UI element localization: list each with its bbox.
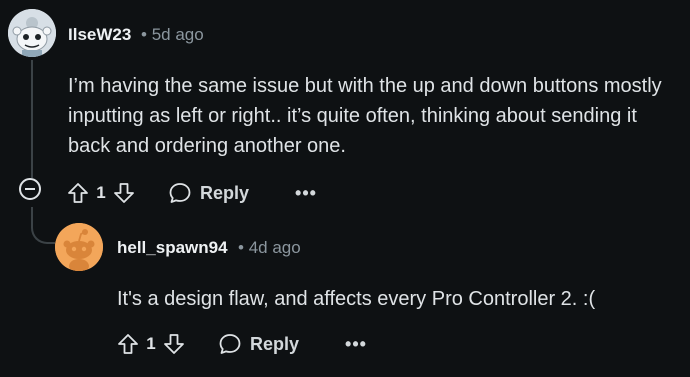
snoo-avatar-icon [55, 223, 103, 271]
comment-timestamp[interactable]: 4d ago [249, 238, 301, 257]
downvote-button[interactable] [160, 330, 188, 358]
speech-bubble-icon [219, 334, 241, 354]
thread-branch-line [31, 212, 55, 244]
upvote-button[interactable] [114, 330, 142, 358]
reply-label: Reply [250, 333, 300, 354]
reply-button[interactable]: Reply [218, 332, 299, 356]
more-options-button[interactable]: ••• [295, 184, 317, 202]
arrow-up-outline-icon [68, 183, 88, 203]
snoo-avatar-icon [8, 9, 56, 57]
vote-count: 1 [96, 183, 106, 202]
reply-label: Reply [200, 182, 250, 203]
vote-count: 1 [146, 334, 156, 353]
comment-actions: 1 Reply ••• [114, 328, 367, 360]
comment-meta: • 4d ago [238, 238, 301, 258]
comment-author[interactable]: hell_spawn94 [117, 238, 228, 258]
comment-thread: IlseW23 • 5d ago I’m having the same iss… [0, 0, 690, 377]
avatar[interactable] [55, 223, 103, 271]
minus-circle-icon [25, 188, 35, 190]
arrow-up-outline-icon [118, 334, 138, 354]
more-options-button[interactable]: ••• [345, 335, 367, 353]
avatar[interactable] [8, 9, 56, 57]
reply-button[interactable]: Reply [168, 181, 249, 205]
downvote-button[interactable] [110, 179, 138, 207]
arrow-down-outline-icon [114, 183, 134, 203]
meta-separator: • [238, 238, 244, 257]
comment-actions: 1 Reply ••• [64, 177, 317, 209]
meta-separator: • [141, 25, 147, 44]
thread-line [31, 60, 33, 178]
collapse-thread-button[interactable] [19, 178, 41, 200]
comment-author[interactable]: IlseW23 [68, 25, 131, 45]
arrow-down-outline-icon [164, 334, 184, 354]
comment-body: I’m having the same issue but with the u… [68, 75, 662, 157]
comment-body: It's a design flaw, and affects every Pr… [117, 288, 596, 310]
speech-bubble-icon [169, 183, 191, 203]
comment-meta: • 5d ago [141, 25, 204, 45]
upvote-button[interactable] [64, 179, 92, 207]
comment-timestamp[interactable]: 5d ago [152, 25, 204, 44]
